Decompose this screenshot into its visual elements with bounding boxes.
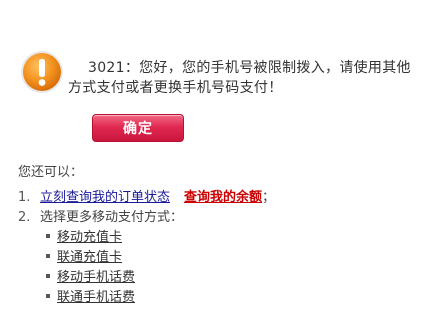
payment-method-link[interactable]: 移动充值卡 (57, 230, 122, 245)
alert-box: 3021：您好，您的手机号被限制拨入，请使用其他方式支付或者更换手机号码支付！ (20, 50, 420, 110)
payment-method-link[interactable]: 联通充值卡 (57, 250, 122, 265)
list-item: 移动手机话费 (46, 268, 135, 288)
payment-method-link[interactable]: 联通手机话费 (57, 290, 135, 305)
exclamation-warning-icon (21, 51, 63, 93)
options-title: 您还可以： (18, 165, 84, 180)
option-row-2: 2. 选择更多移动支付方式： (18, 208, 275, 228)
payment-method-link[interactable]: 移动手机话费 (57, 270, 135, 285)
payment-method-list: 移动充值卡 联通充值卡 移动手机话费 联通手机话费 (46, 228, 135, 308)
list-item: 联通手机话费 (46, 288, 135, 308)
query-balance-link[interactable]: 查询我的余额 (184, 190, 262, 205)
option-number-2: 2. (18, 210, 31, 225)
alert-message: 3021：您好，您的手机号被限制拨入，请使用其他方式支付或者更换手机号码支付！ (68, 60, 411, 96)
option-row-1: 1. 立刻查询我的订单状态 查询我的余额； (18, 188, 275, 208)
list-item: 联通充值卡 (46, 248, 135, 268)
option-list: 1. 立刻查询我的订单状态 查询我的余额； 2. 选择更多移动支付方式： (18, 188, 275, 228)
bullet-icon (46, 293, 50, 298)
bullet-icon (46, 233, 50, 238)
option-number-1: 1. (18, 190, 31, 205)
query-order-status-link[interactable]: 立刻查询我的订单状态 (40, 190, 170, 205)
option-1-suffix: ； (262, 190, 276, 205)
list-item: 移动充值卡 (46, 228, 135, 248)
option-2-text: 选择更多移动支付方式： (40, 210, 184, 225)
bullet-icon (46, 253, 50, 258)
bullet-icon (46, 273, 50, 278)
confirm-button[interactable]: 确定 (92, 114, 184, 142)
